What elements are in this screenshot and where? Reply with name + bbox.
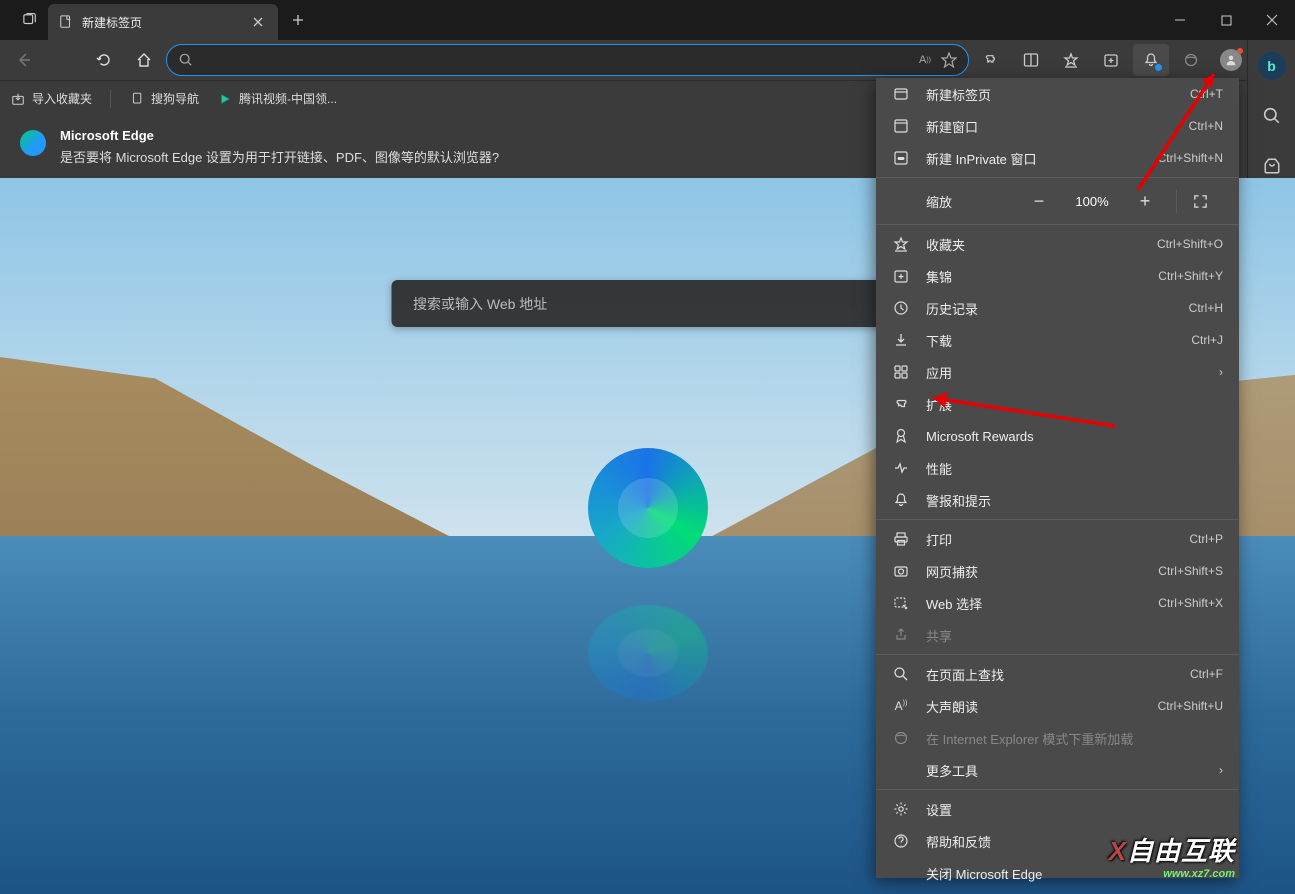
toolbar: A)) [0, 40, 1295, 80]
sidebar-bing-button[interactable]: b [1256, 50, 1288, 82]
zoom-in-button[interactable]: + [1130, 191, 1160, 212]
menu-readaloud[interactable]: A)) 大声朗读 Ctrl+Shift+U [876, 690, 1239, 722]
menu-webselect[interactable]: Web 选择 Ctrl+Shift+X [876, 587, 1239, 619]
profile-notification-dot [1237, 48, 1243, 54]
find-icon [892, 665, 910, 683]
notification-dot-icon [1155, 64, 1162, 71]
banner-title: Microsoft Edge [60, 128, 499, 143]
import-favorites-button[interactable]: 导入收藏夹 [10, 90, 92, 107]
gear-icon [892, 800, 910, 818]
new-window-icon [892, 117, 910, 135]
menu-print[interactable]: 打印 Ctrl+P [876, 523, 1239, 555]
favorites-button[interactable] [1053, 44, 1089, 76]
extensions-icon [892, 395, 910, 413]
readaloud-icon: A)) [892, 697, 910, 715]
menu-favorites[interactable]: 收藏夹 Ctrl+Shift+O [876, 228, 1239, 260]
collections-icon [892, 267, 910, 285]
bookmark-label-1: 搜狗导航 [151, 90, 199, 107]
banner-text: 是否要将 Microsoft Edge 设置为用于打开链接、PDF、图像等的默认… [60, 147, 499, 166]
extensions-button[interactable] [973, 44, 1009, 76]
menu-performance[interactable]: 性能 [876, 452, 1239, 484]
tab-actions-button[interactable] [12, 2, 48, 38]
sidebar-search-button[interactable] [1256, 100, 1288, 132]
menu-find[interactable]: 在页面上查找 Ctrl+F [876, 658, 1239, 690]
fullscreen-button[interactable] [1193, 194, 1223, 209]
chevron-right-icon: › [1219, 763, 1223, 777]
window-minimize-button[interactable] [1157, 0, 1203, 40]
tab-title: 新建标签页 [82, 14, 240, 31]
bell-icon [892, 491, 910, 509]
search-icon [175, 49, 197, 71]
import-favorites-label: 导入收藏夹 [32, 90, 92, 107]
favorite-star-icon[interactable] [938, 49, 960, 71]
home-button[interactable] [126, 44, 162, 76]
window-maximize-button[interactable] [1203, 0, 1249, 40]
capture-icon [892, 562, 910, 580]
tab-page-icon [58, 14, 74, 30]
download-icon [892, 331, 910, 349]
history-icon [892, 299, 910, 317]
ie-icon [892, 729, 910, 747]
back-button [6, 44, 42, 76]
menu-collections[interactable]: 集锦 Ctrl+Shift+Y [876, 260, 1239, 292]
address-input[interactable] [203, 53, 908, 68]
ie-mode-button[interactable] [1173, 44, 1209, 76]
profile-button[interactable] [1213, 44, 1249, 76]
new-tab-icon [892, 85, 910, 103]
refresh-button[interactable] [86, 44, 122, 76]
menu-share: 共享 [876, 619, 1239, 651]
newtab-search-box[interactable] [391, 280, 904, 327]
import-icon [10, 91, 26, 107]
edge-logo-icon [588, 448, 708, 568]
share-icon [892, 626, 910, 644]
help-icon [892, 832, 910, 850]
menu-zoom-row: 缩放 − 100% + [876, 181, 1239, 221]
menu-new-inprivate[interactable]: 新建 InPrivate 窗口 Ctrl+Shift+N [876, 142, 1239, 174]
tencent-video-icon [217, 91, 233, 107]
edge-icon [20, 130, 46, 156]
menu-new-window[interactable]: 新建窗口 Ctrl+N [876, 110, 1239, 142]
menu-apps[interactable]: 应用 › [876, 356, 1239, 388]
split-screen-button[interactable] [1013, 44, 1049, 76]
address-bar[interactable]: A)) [166, 44, 969, 76]
menu-help[interactable]: 帮助和反馈 › [876, 825, 1239, 857]
performance-icon [892, 459, 910, 477]
zoom-value: 100% [1070, 194, 1114, 209]
menu-new-tab[interactable]: 新建标签页 Ctrl+T [876, 78, 1239, 110]
reading-mode-icon[interactable]: A)) [914, 49, 936, 71]
page-icon [129, 91, 145, 107]
menu-settings[interactable]: 设置 [876, 793, 1239, 825]
bookmark-item-2[interactable]: 腾讯视频-中国领... [217, 90, 337, 107]
notifications-button[interactable] [1133, 44, 1169, 76]
menu-alerts[interactable]: 警报和提示 [876, 484, 1239, 516]
webselect-icon [892, 594, 910, 612]
title-bar: 新建标签页 [0, 0, 1295, 40]
zoom-out-button[interactable]: − [1024, 191, 1054, 212]
chevron-right-icon: › [1219, 834, 1223, 848]
menu-iemode: 在 Internet Explorer 模式下重新加载 [876, 722, 1239, 754]
menu-webcapture[interactable]: 网页捕获 Ctrl+Shift+S [876, 555, 1239, 587]
newtab-search-input[interactable] [413, 296, 904, 312]
tab-close-button[interactable] [248, 12, 268, 32]
menu-moretools[interactable]: 更多工具 › [876, 754, 1239, 786]
apps-icon [892, 363, 910, 381]
menu-rewards[interactable]: Microsoft Rewards [876, 420, 1239, 452]
bookmark-item-1[interactable]: 搜狗导航 [129, 90, 199, 107]
rewards-icon [892, 427, 910, 445]
menu-close-edge[interactable]: 关闭 Microsoft Edge [876, 857, 1239, 889]
window-close-button[interactable] [1249, 0, 1295, 40]
settings-dropdown-menu: 新建标签页 Ctrl+T 新建窗口 Ctrl+N 新建 InPrivate 窗口… [876, 78, 1239, 878]
star-icon [892, 235, 910, 253]
new-tab-button[interactable] [284, 6, 312, 34]
inprivate-icon [892, 149, 910, 167]
chevron-right-icon: › [1219, 365, 1223, 379]
menu-downloads[interactable]: 下载 Ctrl+J [876, 324, 1239, 356]
bing-icon: b [1258, 52, 1286, 80]
menu-extensions[interactable]: 扩展 [876, 388, 1239, 420]
bookmark-label-2: 腾讯视频-中国领... [239, 90, 337, 107]
browser-tab[interactable]: 新建标签页 [48, 4, 278, 40]
print-icon [892, 530, 910, 548]
collections-button[interactable] [1093, 44, 1129, 76]
menu-history[interactable]: 历史记录 Ctrl+H [876, 292, 1239, 324]
